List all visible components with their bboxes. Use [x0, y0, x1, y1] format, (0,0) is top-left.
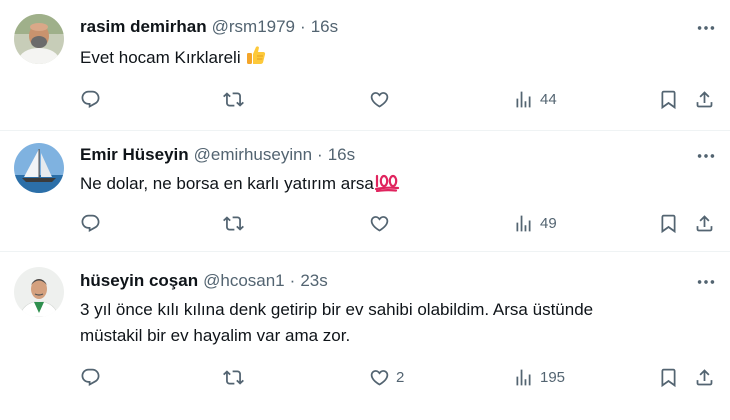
more-icon[interactable] [694, 18, 718, 38]
reply-icon [80, 89, 101, 110]
tweet-header: hüseyin coşan @hcosan1 · 23s [80, 271, 328, 293]
timestamp[interactable]: 16s [328, 145, 355, 165]
retweet-icon [223, 89, 244, 110]
reply-button[interactable] [80, 86, 101, 112]
bookmark-button[interactable] [658, 210, 679, 236]
tweet[interactable]: hüseyin coşan @hcosan1 · 23s 3 yıl önce … [0, 252, 730, 420]
tweet-text-line: müstakil bir ev hayalim var ama zor. [80, 326, 351, 345]
separator: · [317, 145, 323, 164]
reply-icon [80, 213, 101, 234]
author-name[interactable]: Emir Hüseyin [80, 145, 189, 165]
avatar[interactable] [14, 267, 64, 317]
like-button[interactable] [369, 86, 396, 112]
like-icon [369, 213, 390, 234]
retweet-icon [223, 213, 244, 234]
share-icon [694, 367, 715, 388]
reply-icon [80, 367, 101, 388]
share-icon [694, 89, 715, 110]
tweet-text-line: 3 yıl önce kılı kılına denk getirip bir … [80, 300, 594, 319]
share-button[interactable] [694, 86, 715, 112]
tweet[interactable]: Emir Hüseyin @emirhuseyinn · 16s Ne dola… [0, 131, 730, 252]
share-button[interactable] [694, 210, 715, 236]
timestamp[interactable]: 16s [311, 17, 338, 37]
bookmark-button[interactable] [658, 364, 679, 390]
like-button[interactable]: 2 [369, 364, 404, 390]
bookmark-icon [658, 89, 679, 110]
author-handle[interactable]: @rsm1979 [212, 17, 295, 37]
avatar[interactable] [14, 14, 64, 64]
tweet-text-content: Ne dolar, ne borsa en karlı yatırım arsa [80, 174, 374, 193]
views-button[interactable]: 195 [513, 364, 565, 390]
views-button[interactable]: 44 [513, 86, 557, 112]
separator: · [289, 271, 296, 290]
author-name[interactable]: rasim demirhan [80, 17, 207, 37]
bookmark-icon [658, 367, 679, 388]
tweet-actions: 2 195 [0, 364, 730, 390]
more-icon[interactable] [694, 146, 718, 166]
like-button[interactable] [369, 210, 396, 236]
retweet-button[interactable] [223, 364, 244, 390]
thumbs-up-emoji [245, 44, 267, 74]
tweet-text-content: Evet hocam Kırklareli [80, 48, 241, 67]
tweet-text: Ne dolar, ne borsa en karlı yatırım arsa [80, 171, 680, 200]
tweet-feed: rasim demirhan @rsm1979 · 16s Evet hocam… [0, 0, 730, 420]
reply-button[interactable] [80, 210, 101, 236]
tweet-actions: 44 [0, 86, 730, 112]
view-count: 44 [540, 90, 557, 108]
views-icon [513, 367, 534, 388]
view-count: 195 [540, 368, 566, 386]
views-icon [513, 89, 534, 110]
author-name[interactable]: hüseyin coşan [80, 271, 198, 291]
tweet-text: Evet hocam Kırklareli [80, 44, 680, 74]
more-icon[interactable] [694, 272, 718, 292]
views-icon [513, 213, 534, 234]
author-handle[interactable]: @emirhuseyinn [194, 145, 312, 165]
like-icon [369, 367, 390, 388]
bookmark-button[interactable] [658, 86, 679, 112]
hundred-points-emoji [374, 172, 400, 200]
views-button[interactable]: 49 [513, 210, 557, 236]
reply-button[interactable] [80, 364, 101, 390]
share-button[interactable] [694, 364, 715, 390]
separator: · [300, 17, 306, 36]
avatar[interactable] [14, 143, 64, 193]
timestamp[interactable]: 23s [300, 271, 327, 291]
tweet-header: Emir Hüseyin @emirhuseyinn · 16s [80, 145, 355, 167]
like-icon [369, 89, 390, 110]
retweet-icon [223, 367, 244, 388]
share-icon [694, 213, 715, 234]
tweet-actions: 49 [0, 210, 730, 236]
like-count: 2 [396, 368, 405, 386]
tweet-text: 3 yıl önce kılı kılına denk getirip bir … [80, 297, 680, 349]
view-count: 49 [540, 214, 557, 232]
retweet-button[interactable] [223, 210, 244, 236]
bookmark-icon [658, 213, 679, 234]
tweet-header: rasim demirhan @rsm1979 · 16s [80, 17, 338, 39]
tweet[interactable]: rasim demirhan @rsm1979 · 16s Evet hocam… [0, 0, 730, 131]
author-handle[interactable]: @hcosan1 [203, 271, 285, 291]
retweet-button[interactable] [223, 86, 244, 112]
